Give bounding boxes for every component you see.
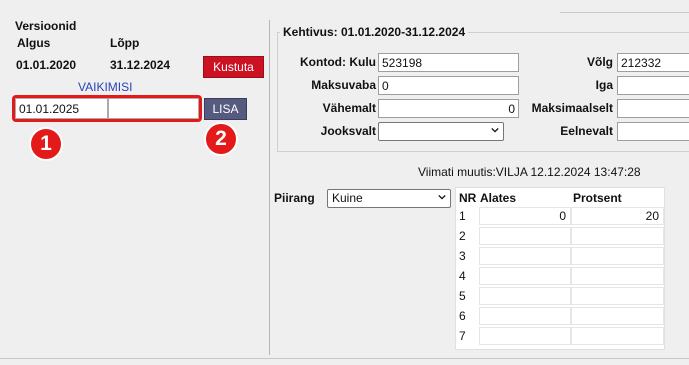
jooksvalt-select[interactable] (378, 122, 504, 141)
alates-cell[interactable] (479, 247, 571, 265)
accounts-label: Kontod: Kulu (300, 55, 376, 69)
row-number: 7 (459, 329, 466, 343)
versions-title: Versioonid (15, 19, 77, 33)
iga-label: Iga (595, 78, 613, 92)
alates-cell[interactable] (479, 307, 571, 325)
validity-legend: Kehtivus: 01.01.2020-31.12.2024 (280, 25, 469, 39)
maksimaalselt-input[interactable] (617, 99, 689, 118)
row-number: 5 (459, 289, 466, 303)
chevron-down-icon (438, 194, 446, 200)
callout-2: 2 (204, 122, 238, 156)
header-nr: NR (459, 191, 477, 205)
header-alates: Alates (480, 191, 517, 205)
version-end-date[interactable]: 31.12.2024 (110, 58, 170, 72)
alates-cell[interactable]: 0 (479, 207, 571, 225)
protsent-cell[interactable] (571, 307, 664, 325)
header-protsent: Protsent (573, 191, 622, 205)
last-modified: Viimati muutis:VILJA 12.12.2024 13:47:28 (418, 165, 641, 179)
alates-cell[interactable] (479, 287, 571, 305)
limit-value: Kuine (332, 191, 363, 205)
row-number: 1 (459, 209, 466, 223)
callout-1: 1 (29, 127, 63, 161)
limit-select[interactable]: Kuine (327, 189, 451, 208)
col-end-header: Lõpp (110, 36, 140, 50)
protsent-cell[interactable] (571, 267, 664, 285)
protsent-cell[interactable] (571, 287, 664, 305)
add-button[interactable]: LISA (204, 98, 247, 120)
protsent-cell[interactable] (571, 247, 664, 265)
alates-cell[interactable] (479, 267, 571, 285)
top-edge (560, 12, 689, 13)
version-start-date[interactable]: 01.01.2020 (16, 58, 76, 72)
maksuvaba-input[interactable] (378, 76, 519, 95)
row-number: 3 (459, 249, 466, 263)
row-number: 2 (459, 229, 466, 243)
vahemalt-input[interactable] (378, 99, 519, 118)
panel-divider (269, 20, 270, 355)
iga-input[interactable] (617, 76, 689, 95)
limit-label: Piirang (274, 191, 315, 205)
row-number: 6 (459, 309, 466, 323)
maksimaalselt-label: Maksimaalselt (531, 101, 613, 115)
protsent-cell[interactable] (571, 327, 664, 345)
col-start-header: Algus (17, 36, 51, 50)
protsent-cell[interactable] (571, 227, 664, 245)
debt-input[interactable] (617, 53, 689, 72)
new-end-date-input[interactable] (108, 98, 199, 119)
alates-cell[interactable] (479, 227, 571, 245)
default-link[interactable]: VAIKIMISI (78, 80, 132, 94)
eelnevalt-label: Eelnevalt (560, 124, 613, 138)
accounts-input[interactable] (378, 53, 519, 72)
vahemalt-label: Vähemalt (322, 101, 376, 115)
versions-panel: Versioonid Algus Lõpp 01.01.2020 31.12.2… (0, 0, 268, 365)
maksuvaba-label: Maksuvaba (311, 78, 376, 92)
chevron-down-icon (491, 127, 499, 133)
new-start-date-input[interactable] (15, 98, 108, 119)
alates-cell[interactable] (479, 327, 571, 345)
bottom-edge (0, 358, 689, 359)
eelnevalt-input[interactable] (617, 122, 689, 141)
jooksvalt-label: Jooksvalt (320, 124, 376, 138)
row-number: 4 (459, 269, 466, 283)
protsent-cell[interactable]: 20 (571, 207, 664, 225)
debt-label: Võlg (587, 55, 613, 69)
delete-button[interactable]: Kustuta (203, 56, 264, 78)
